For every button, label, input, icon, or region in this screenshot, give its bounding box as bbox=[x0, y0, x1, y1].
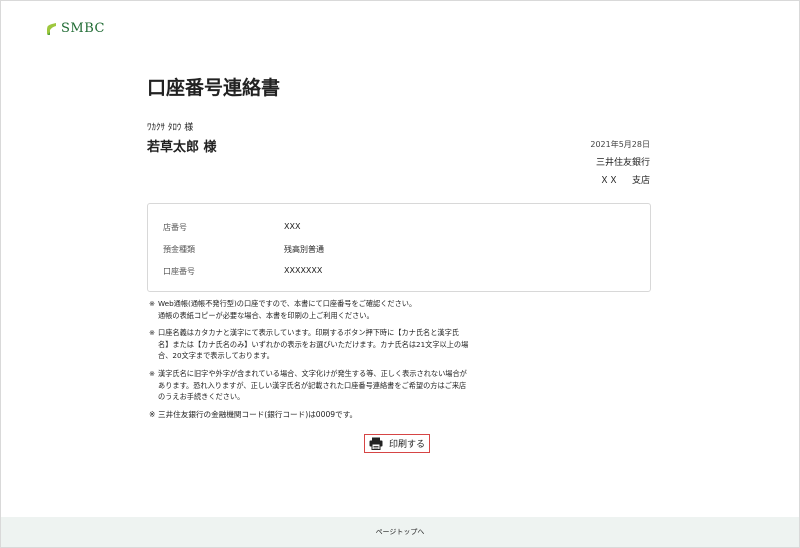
note-line: のうえお手続きください。 bbox=[158, 392, 245, 402]
note-line: 漢字氏名に旧字や外字が含まれている場合、文字化けが発生する等、正しく表示されない… bbox=[158, 368, 467, 378]
smbc-leaf-icon bbox=[47, 22, 56, 35]
info-label: 口座番号 bbox=[163, 267, 195, 276]
bank-name: 三井住友銀行 bbox=[595, 158, 650, 168]
note-bank-code: ※ 三井住友銀行の金融機関コード(銀行コード)は0009です。 bbox=[149, 409, 489, 421]
footer: ページトップへ bbox=[1, 517, 799, 547]
printer-icon bbox=[369, 437, 383, 450]
info-value: 残高別普通 bbox=[284, 245, 324, 254]
info-label: 預金種類 bbox=[163, 245, 195, 254]
note-mark: ※ bbox=[149, 368, 156, 378]
info-value: XXXXXXX bbox=[284, 266, 323, 275]
page-title: 口座番号連絡書 bbox=[147, 77, 281, 99]
branch-code: ＸＸ bbox=[599, 176, 618, 186]
note-mark: ※ bbox=[149, 328, 156, 338]
issue-date: 2021年5月28日 bbox=[590, 140, 650, 149]
note-line: Web通帳(通帳不発行型)の口座ですので、本書にて口座番号をご確認ください。 bbox=[158, 299, 417, 308]
print-button-label: 印刷する bbox=[388, 440, 425, 450]
note-kanji-characters: ※ 漢字氏名に旧字や外字が含まれている場合、文字化けが発生する等、正しく表示され… bbox=[149, 368, 489, 403]
note-line: 三井住友銀行の金融機関コード(銀行コード)は0009です。 bbox=[158, 409, 358, 419]
info-row-account-number: 口座番号 XXXXXXX bbox=[163, 266, 322, 277]
note-line: 口座名義はカタカナと漢字にて表示しています。印刷するボタン押下時に【カナ氏名と漢… bbox=[158, 328, 459, 338]
account-info-box: 店番号 XXX 預金種類 残高別普通 口座番号 XXXXXXX bbox=[147, 203, 651, 292]
note-account-name: ※ 口座名義はカタカナと漢字にて表示しています。印刷するボタン押下時に【カナ氏名… bbox=[149, 327, 489, 362]
info-value: XXX bbox=[284, 222, 301, 231]
note-line: 名】または【カナ氏名のみ】いずれかの表示をお選びいただけます。カナ氏名は21文字… bbox=[158, 339, 469, 349]
note-mark: ※ bbox=[149, 409, 156, 419]
logo-text: SMBC bbox=[61, 21, 105, 36]
note-line: 通帳の表紙コピーが必要な場合、本書を印刷の上ご利用ください。 bbox=[158, 310, 374, 320]
branch-name: ＸＸ 支店 bbox=[600, 173, 650, 186]
note-line: 合、20文字まで表示しております。 bbox=[158, 351, 274, 361]
smbc-logo[interactable]: SMBC bbox=[46, 21, 105, 36]
customer-name: 若草太郎 様 bbox=[147, 140, 217, 155]
info-label: 店番号 bbox=[163, 223, 187, 232]
page-top-link[interactable]: ページトップへ bbox=[376, 527, 425, 537]
print-button[interactable]: 印刷する bbox=[364, 434, 430, 453]
note-line: あります。恐れ入りますが、正しい漢字氏名が記載された口座番号連絡書をご希望の方は… bbox=[158, 380, 467, 390]
note-web-passbook: ※ Web通帳(通帳不発行型)の口座ですので、本書にて口座番号をご確認ください。… bbox=[149, 298, 489, 321]
note-mark: ※ bbox=[149, 299, 156, 308]
branch-suffix: 支店 bbox=[631, 176, 650, 186]
info-row-deposit-type: 預金種類 残高別普通 bbox=[163, 244, 324, 255]
kana-name: ﾜｶｸｻ ﾀﾛｳ 様 bbox=[147, 123, 194, 133]
notes-section: ※ Web通帳(通帳不発行型)の口座ですので、本書にて口座番号をご確認ください。… bbox=[149, 298, 489, 426]
info-row-branch-number: 店番号 XXX bbox=[163, 222, 300, 233]
